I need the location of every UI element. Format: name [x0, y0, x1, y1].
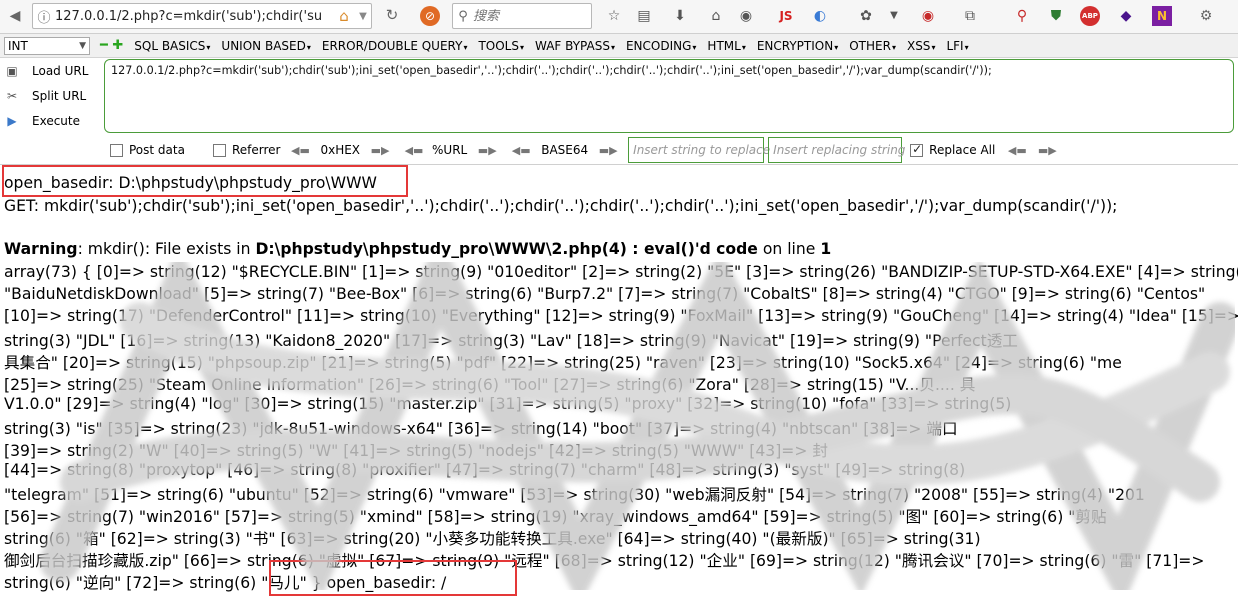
output-array-row: 具集合" [20]=> string(15) "phpsoup.zip" [21…: [4, 354, 1122, 372]
load-icon: ▣: [6, 64, 18, 78]
reload-icon[interactable]: ↻: [382, 6, 402, 26]
output-array-row: string(6) "箱" [62]=> string(3) "书" [63]=…: [4, 530, 981, 548]
output-array-row: V1.0.0" [29]=> string(4) "log" [30]=> st…: [4, 395, 1012, 413]
execute-button[interactable]: ▶ Execute: [4, 111, 80, 131]
referrer-checkbox[interactable]: Referrer: [212, 143, 280, 157]
right-arrow-icon[interactable]: ▬▶: [370, 144, 390, 157]
replace-all-checkbox[interactable]: Replace All: [910, 142, 995, 157]
menu-other[interactable]: OTHER▾: [849, 39, 896, 53]
diamond-icon[interactable]: ◆: [1116, 6, 1136, 26]
menu-union-based[interactable]: UNION BASED▾: [221, 39, 310, 53]
output-array-row: "telegram" [51]=> string(6) "ubuntu" [52…: [4, 486, 1145, 504]
extension-icon[interactable]: ◐: [810, 6, 830, 26]
output-array-row: [25]=> string(25) "Steam Online Informat…: [4, 376, 976, 394]
address-bar[interactable]: ⓘ 127.0.0.1/2.php?c=mkdir('sub');chdir('…: [32, 3, 372, 29]
menu-xss[interactable]: XSS▾: [907, 39, 935, 53]
abp-icon[interactable]: ABP: [1080, 6, 1100, 26]
shield-icon[interactable]: ⛊: [1046, 6, 1066, 26]
output-array-row: 御剑后台扫描珍藏版.zip" [66]=> string(6) "虚拟" [67…: [4, 552, 1205, 570]
right-arrow-icon[interactable]: ▬▶: [598, 144, 618, 157]
screenshot-icon[interactable]: ⧉: [960, 6, 980, 26]
output-array-row: [56]=> string(7) "win2016" [57]=> string…: [4, 508, 1107, 526]
palette-icon[interactable]: ✿: [856, 6, 876, 26]
home-icon[interactable]: ⌂: [706, 6, 726, 26]
highlight-box-top: [2, 165, 408, 197]
int-select-value: INT: [8, 38, 28, 53]
menu-lfi[interactable]: LFI▾: [946, 39, 968, 53]
menu-html[interactable]: HTML▾: [707, 39, 745, 53]
right-arrow-icon[interactable]: ▬▶: [477, 144, 497, 157]
hackbar-options: Post data Referrer ◀▬ 0xHEX ▬▶ ◀▬ %URL ▬…: [0, 137, 1238, 163]
menu-encryption[interactable]: ENCRYPTION▾: [757, 39, 838, 53]
site-home-icon[interactable]: ⌂: [333, 7, 355, 25]
record-icon[interactable]: ◉: [918, 6, 938, 26]
play-icon: ▶: [7, 114, 17, 128]
output-array-row: [10]=> string(17) "DefenderControl" [11]…: [4, 307, 1238, 325]
output-array-row: "BaiduNetdiskDownload" [5]=> string(7) "…: [4, 285, 1206, 303]
post-data-checkbox[interactable]: Post data: [110, 143, 185, 157]
output-array-row: [44]=> string(8) "proxytop" [46]=> strin…: [4, 461, 966, 479]
gear-icon[interactable]: ⚙: [1196, 6, 1216, 26]
back-button[interactable]: ◀: [4, 5, 26, 27]
scissors-icon: ✂: [6, 89, 18, 103]
star-icon[interactable]: ☆: [604, 6, 624, 26]
left-arrow-icon[interactable]: ◀▬: [290, 144, 310, 157]
left-arrow-icon[interactable]: ◀▬: [404, 144, 424, 157]
warning-label: Warning: [4, 240, 78, 258]
load-url-button[interactable]: ▣ Load URL: [4, 61, 88, 81]
split-url-button[interactable]: ✂ Split URL: [4, 86, 86, 106]
replacing-string-input[interactable]: Insert replacing string: [768, 137, 905, 163]
url-textarea[interactable]: 127.0.0.1/2.php?c=mkdir('sub');chdir('su…: [104, 59, 1234, 133]
insert-string-input[interactable]: Insert string to replace: [628, 137, 770, 163]
right-arrow-icon[interactable]: ▬▶: [1037, 144, 1057, 157]
output-get-line: GET: mkdir('sub');chdir('sub');ini_set('…: [4, 197, 1118, 215]
left-arrow-icon[interactable]: ◀▬: [1007, 144, 1027, 157]
int-select[interactable]: INT ▼: [4, 36, 90, 55]
output-array-row: [39]=> string(2) "W" [40]=> string(5) "W…: [4, 442, 828, 460]
left-arrow-icon[interactable]: ◀▬: [511, 144, 531, 157]
stop-icon[interactable]: ⊘: [420, 6, 440, 26]
search-icon: ⚲: [458, 8, 468, 24]
hex-label: 0xHEX: [320, 143, 361, 157]
reader-icon[interactable]: ▤: [634, 6, 654, 26]
hackbar-menu: INT ▼ ━ ✚ SQL BASICS▾ UNION BASED▾ ERROR…: [0, 34, 1238, 58]
menu-encoding[interactable]: ENCODING▾: [626, 39, 696, 53]
search-input[interactable]: [473, 8, 583, 24]
chevron-down-icon: ▼: [79, 40, 86, 51]
minus-plus-icon[interactable]: ━ ✚: [100, 38, 123, 53]
address-text[interactable]: 127.0.0.1/2.php?c=mkdir('sub');chdir('su: [55, 9, 333, 24]
menu-sql-basics[interactable]: SQL BASICS▾: [134, 39, 210, 53]
address-dropdown-icon[interactable]: ▼: [355, 11, 371, 22]
search-box[interactable]: ⚲: [452, 3, 592, 29]
output-array-row: string(3) "is" [35]=> string(23) "jdk-8u…: [4, 420, 958, 438]
menu-tools[interactable]: TOOLS▾: [478, 39, 524, 53]
js-icon[interactable]: JS: [776, 6, 796, 26]
menu-waf-bypass[interactable]: WAF BYPASS▾: [535, 39, 615, 53]
warning-path: D:\phpstudy\phpstudy_pro\WWW\2.php(4) : …: [255, 240, 758, 258]
url-encode-label: %URL: [432, 143, 468, 157]
output-warning-line: Warning: mkdir(): File exists in D:\phps…: [4, 240, 832, 258]
download-icon[interactable]: ⬇: [670, 6, 690, 26]
globe-icon[interactable]: ◉: [736, 6, 756, 26]
output-array-row: array(73) { [0]=> string(12) "$RECYCLE.B…: [4, 263, 1238, 281]
browser-navbar: ◀ ⓘ 127.0.0.1/2.php?c=mkdir('sub');chdir…: [0, 0, 1238, 34]
menu-icon[interactable]: ▼: [884, 6, 904, 26]
n-icon[interactable]: N: [1152, 6, 1172, 26]
zoom-icon[interactable]: ⚲: [1012, 6, 1032, 26]
output-array-row: string(3) "JDL" [16]=> string(13) "Kaido…: [4, 332, 1018, 350]
menu-error-query[interactable]: ERROR/DOUBLE QUERY▾: [322, 39, 468, 53]
highlight-box-bottom: [269, 560, 517, 596]
base64-label: BASE64: [541, 143, 589, 157]
info-icon[interactable]: ⓘ: [33, 7, 55, 26]
